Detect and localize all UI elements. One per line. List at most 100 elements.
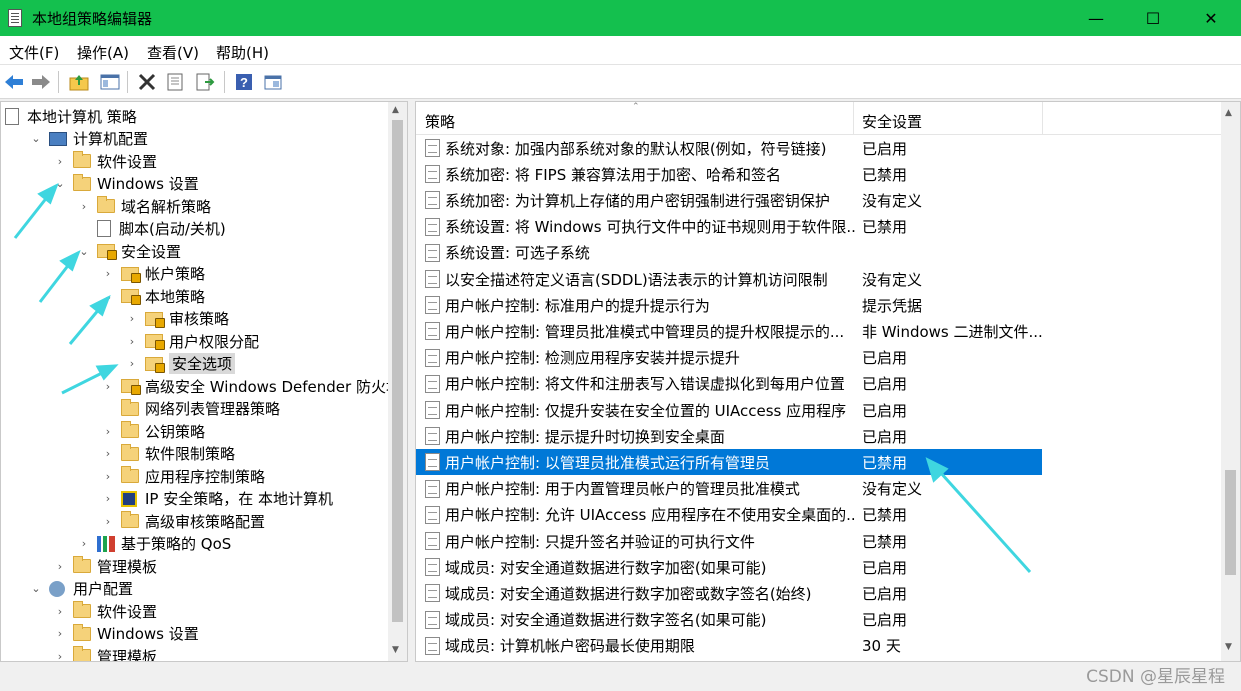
policy-row[interactable]: 系统加密: 将 FIPS 兼容算法用于加密、哈希和签名 已禁用: [416, 161, 1042, 187]
console-tree-pane[interactable]: ›本地计算机 策略⌄计算机配置›软件设置⌄Windows 设置›域名解析策略›脚…: [0, 101, 408, 662]
tree-node[interactable]: › 帐户策略: [101, 263, 205, 285]
expand-chevron-icon[interactable]: ›: [101, 425, 115, 438]
expand-chevron-icon[interactable]: ›: [125, 312, 139, 325]
tree-node[interactable]: › 软件设置: [53, 150, 157, 172]
expand-chevron-icon[interactable]: ›: [101, 447, 115, 460]
tree-node[interactable]: › 高级审核策略配置: [101, 510, 265, 532]
tree-node[interactable]: › 用户权限分配: [125, 330, 259, 352]
tree-node[interactable]: › IP 安全策略，在 本地计算机: [101, 488, 333, 510]
expand-chevron-icon[interactable]: ›: [125, 335, 139, 348]
menu-view[interactable]: 查看(V): [147, 42, 199, 63]
tree-node[interactable]: › 审核策略: [125, 308, 229, 330]
tree-node[interactable]: › 基于策略的 QoS: [77, 533, 231, 555]
collapse-chevron-icon[interactable]: ⌄: [53, 177, 67, 190]
policy-icon: [425, 217, 440, 236]
policy-row[interactable]: 系统加密: 为计算机上存储的用户密钥强制进行强密钥保护 没有定义: [416, 187, 1042, 213]
tree-node[interactable]: ⌄ 用户配置: [29, 578, 133, 600]
policy-row[interactable]: 以安全描述符定义语言(SDDL)语法表示的计算机访问限制 没有定义: [416, 266, 1042, 292]
scroll-up-icon[interactable]: ▲: [1225, 108, 1232, 118]
menu-action[interactable]: 操作(A): [77, 42, 129, 63]
back-arrow-icon[interactable]: [2, 70, 26, 94]
up-folder-icon[interactable]: [67, 70, 91, 94]
policy-row[interactable]: 域成员: 对安全通道数据进行数字签名(如果可能) 已启用: [416, 607, 1042, 633]
collapse-chevron-icon[interactable]: ⌄: [101, 290, 115, 303]
policy-row[interactable]: 用户帐户控制: 检测应用程序安装并提示提升 已启用: [416, 345, 1042, 371]
expand-chevron-icon[interactable]: ›: [53, 627, 67, 640]
expand-chevron-icon[interactable]: ›: [53, 155, 67, 168]
tree-node-label: 高级安全 Windows Defender 防火墙: [145, 377, 401, 396]
forward-arrow-icon[interactable]: [29, 70, 53, 94]
list-scrollbar[interactable]: ▲ ▼: [1221, 102, 1240, 661]
expand-chevron-icon[interactable]: ›: [101, 492, 115, 505]
maximize-button[interactable]: ☐: [1125, 0, 1181, 36]
tree-node[interactable]: › 软件限制策略: [101, 443, 235, 465]
policy-row[interactable]: 用户帐户控制: 管理员批准模式中管理员的提升权限提示的... 非 Windows …: [416, 318, 1043, 344]
tree-node[interactable]: › 安全选项: [125, 353, 236, 375]
sort-ascending-icon: ⌃: [632, 102, 640, 112]
expand-chevron-icon[interactable]: ›: [101, 470, 115, 483]
policy-row[interactable]: 用户帐户控制: 标准用户的提升提示行为 提示凭据: [416, 292, 1042, 318]
expand-chevron-icon[interactable]: ›: [53, 560, 67, 573]
expand-chevron-icon[interactable]: ›: [101, 380, 115, 393]
delete-icon[interactable]: [135, 70, 159, 94]
tree-scroll-thumb[interactable]: [392, 120, 403, 622]
help-icon[interactable]: ?: [232, 70, 256, 94]
policy-row[interactable]: 系统对象: 加强内部系统对象的默认权限(例如，符号链接) 已启用: [416, 135, 1042, 161]
tree-node[interactable]: ⌄ 安全设置: [77, 240, 181, 262]
collapse-chevron-icon[interactable]: ⌄: [77, 245, 91, 258]
tree-node[interactable]: ⌄ 本地策略: [101, 285, 205, 307]
menu-file[interactable]: 文件(F): [9, 42, 59, 63]
expand-chevron-icon[interactable]: ›: [101, 515, 115, 528]
policy-row[interactable]: 系统设置: 可选子系统: [416, 240, 1042, 266]
tree-node[interactable]: › 域名解析策略: [77, 195, 211, 217]
column-policy[interactable]: 策略: [425, 111, 455, 132]
tree-node[interactable]: › 应用程序控制策略: [101, 465, 265, 487]
tree-node[interactable]: ›脚本(启动/关机): [77, 218, 226, 240]
collapse-chevron-icon[interactable]: ⌄: [29, 582, 43, 595]
export-list-icon[interactable]: [193, 70, 217, 94]
policy-row[interactable]: 用户帐户控制: 仅提升安装在安全位置的 UIAccess 应用程序 已启用: [416, 397, 1042, 423]
expand-chevron-icon[interactable]: ›: [77, 537, 91, 550]
tree-node[interactable]: › Windows 设置: [53, 623, 199, 645]
tree-node[interactable]: ›网络列表管理器策略: [101, 398, 280, 420]
expand-chevron-icon[interactable]: ›: [53, 650, 67, 662]
policy-row[interactable]: 用户帐户控制: 用于内置管理员帐户的管理员批准模式 没有定义: [416, 476, 1042, 502]
menu-help[interactable]: 帮助(H): [216, 42, 269, 63]
close-button[interactable]: ✕: [1183, 0, 1239, 36]
tree-node[interactable]: ⌄ Windows 设置: [53, 173, 199, 195]
policy-row[interactable]: 域成员: 对安全通道数据进行数字加密或数字签名(始终) 已启用: [416, 580, 1042, 606]
details-pane[interactable]: ⌃ 策略 安全设置 系统对象: 加强内部系统对象的默认权限(例如，符号链接) 已启…: [415, 101, 1241, 662]
expand-chevron-icon[interactable]: ›: [125, 357, 139, 370]
minimize-button[interactable]: —: [1068, 0, 1124, 36]
tree-node[interactable]: › 管理模板: [53, 645, 157, 662]
policy-row[interactable]: 用户帐户控制: 只提升签名并验证的可执行文件 已禁用: [416, 528, 1042, 554]
policy-row[interactable]: 用户帐户控制: 将文件和注册表写入错误虚拟化到每用户位置 已启用: [416, 371, 1042, 397]
view-icon[interactable]: [261, 70, 285, 94]
tree-node[interactable]: › 软件设置: [53, 600, 157, 622]
policy-row[interactable]: 域成员: 计算机帐户密码最长使用期限 30 天: [416, 633, 1042, 659]
folder-icon: [73, 623, 91, 641]
tree-node[interactable]: ⌄ 计算机配置: [29, 128, 148, 150]
properties-icon[interactable]: [163, 70, 187, 94]
tree-node[interactable]: › 公钥策略: [101, 420, 205, 442]
policy-row[interactable]: 系统设置: 将 Windows 可执行文件中的证书规则用于软件限... 已禁用: [416, 214, 1042, 240]
expand-chevron-icon[interactable]: ›: [101, 267, 115, 280]
scroll-up-icon[interactable]: ▲: [392, 105, 399, 115]
scroll-down-icon[interactable]: ▼: [1225, 642, 1232, 652]
tree-node[interactable]: ›本地计算机 策略: [5, 105, 137, 127]
console-tree-icon[interactable]: [98, 70, 122, 94]
column-security-setting[interactable]: 安全设置: [862, 111, 922, 132]
policy-row[interactable]: 域成员: 对安全通道数据进行数字加密(如果可能) 已启用: [416, 554, 1042, 580]
tree-node[interactable]: › 管理模板: [53, 555, 157, 577]
policy-row[interactable]: 用户帐户控制: 以管理员批准模式运行所有管理员 已禁用: [416, 449, 1042, 476]
list-scroll-thumb[interactable]: [1225, 470, 1236, 575]
expand-chevron-icon[interactable]: ›: [53, 605, 67, 618]
policy-row[interactable]: 用户帐户控制: 允许 UIAccess 应用程序在不使用安全桌面的... 已禁用: [416, 502, 1042, 528]
policy-name: 域成员: 对安全通道数据进行数字加密(如果可能): [445, 558, 767, 577]
tree-scrollbar[interactable]: ▲ ▼: [388, 102, 407, 661]
collapse-chevron-icon[interactable]: ⌄: [29, 132, 43, 145]
tree-node[interactable]: › 高级安全 Windows Defender 防火墙: [101, 375, 401, 397]
expand-chevron-icon[interactable]: ›: [77, 200, 91, 213]
policy-row[interactable]: 用户帐户控制: 提示提升时切换到安全桌面 已启用: [416, 423, 1042, 449]
scroll-down-icon[interactable]: ▼: [392, 645, 399, 655]
